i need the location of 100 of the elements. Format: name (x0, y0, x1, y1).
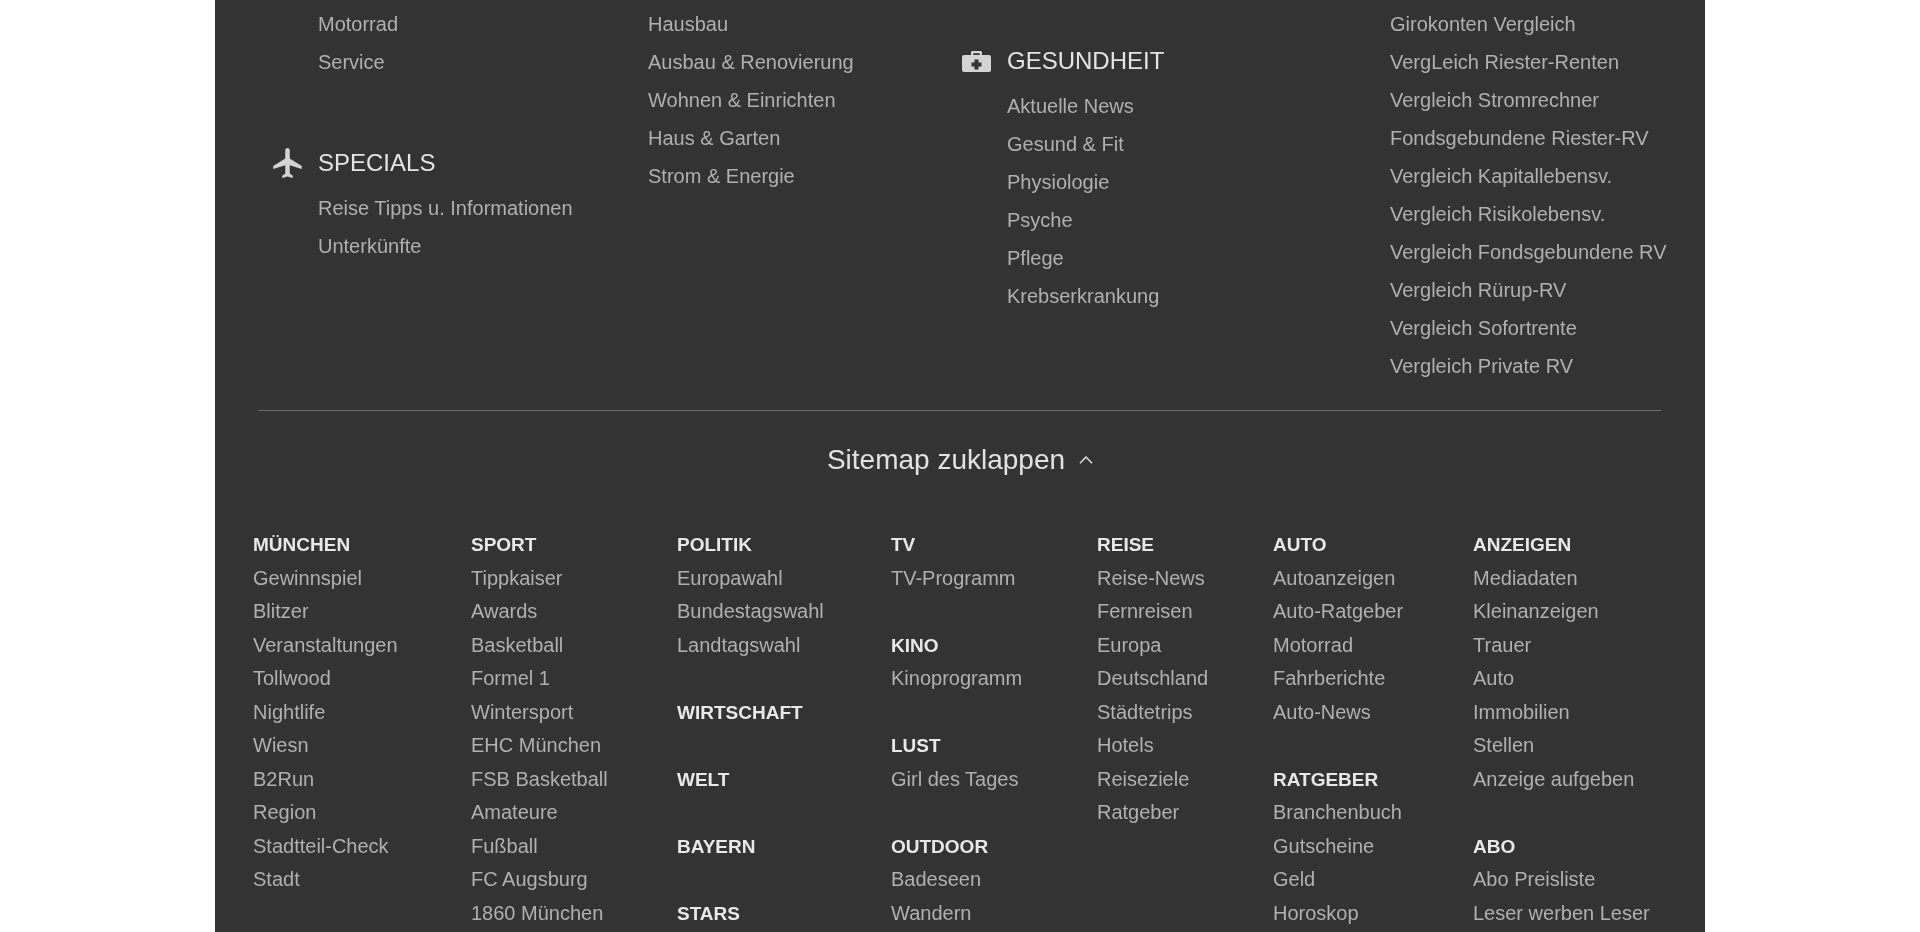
sitemap-link[interactable]: Blitzer (253, 595, 309, 629)
category-heading[interactable]: TV (891, 528, 916, 562)
sitemap-link[interactable]: Trauer (1473, 628, 1532, 662)
sitemap-link[interactable]: Reiseziele (1097, 762, 1190, 796)
sitemap-link[interactable]: Leser werben Leser (1473, 896, 1650, 930)
category-heading[interactable]: SPECIALS (318, 137, 436, 189)
sitemap-link[interactable]: Gewinnspiel (253, 561, 362, 595)
sitemap-link[interactable]: Vergleich Sofortrente (1390, 309, 1577, 347)
category-heading[interactable]: SPORT (471, 528, 537, 562)
sitemap-link[interactable]: Girokonten Vergleich (1390, 5, 1576, 43)
category-heading[interactable]: LUST (891, 729, 941, 763)
sitemap-link[interactable]: Tollwood (253, 662, 331, 696)
category-heading[interactable]: ABO (1473, 829, 1516, 863)
sitemap-link[interactable]: Girl des Tages (891, 762, 1019, 796)
sitemap-link[interactable]: Anzeige aufgeben (1473, 762, 1635, 796)
sitemap-link[interactable]: Aktuelle News (1007, 87, 1134, 125)
sitemap-link[interactable]: Vergleich Private RV (1390, 347, 1574, 385)
sitemap-link[interactable]: Gutscheine (1273, 829, 1375, 863)
category-heading[interactable]: KINO (891, 628, 939, 662)
sitemap-link[interactable]: Mediadaten (1473, 561, 1578, 595)
sitemap-link[interactable]: Vergleich Rürup-RV (1390, 271, 1567, 309)
sitemap-link[interactable]: B2Run (253, 762, 315, 796)
sitemap-link[interactable]: Wiesn (253, 729, 309, 763)
sitemap-link[interactable]: Tippkaiser (471, 561, 563, 595)
sitemap-link[interactable]: Autoanzeigen (1273, 561, 1396, 595)
category-heading[interactable]: POLITIK (677, 528, 752, 562)
sitemap-link[interactable]: Amateure (471, 796, 558, 830)
sitemap-link[interactable]: Formel 1 (471, 662, 550, 696)
sitemap-link[interactable]: Gesund & Fit (1007, 125, 1124, 163)
sitemap-link[interactable]: Bundestagswahl (677, 595, 824, 629)
sitemap-link[interactable]: Städtetrips (1097, 695, 1193, 729)
sitemap-toggle-button[interactable]: Sitemap zuklappen (826, 440, 1094, 480)
sitemap-link[interactable]: Ausbau & Renovierung (648, 43, 854, 81)
sitemap-link[interactable]: TV-Programm (891, 561, 1016, 595)
category-heading[interactable]: MÜNCHEN (253, 528, 351, 562)
sitemap-link[interactable]: Stadt (253, 863, 300, 897)
sitemap-link[interactable]: Landtagswahl (677, 628, 801, 662)
sitemap-link[interactable]: 1860 München (471, 896, 604, 930)
sitemap-link[interactable]: EHC München (471, 729, 602, 763)
sitemap-link[interactable]: Auto-Ratgeber (1273, 595, 1404, 629)
sitemap-link[interactable]: Vergleich Risikolebensv. (1390, 195, 1606, 233)
category-heading[interactable]: WIRTSCHAFT (677, 695, 803, 729)
category-heading[interactable]: WELT (677, 762, 730, 796)
sitemap-link[interactable]: Basketball (471, 628, 564, 662)
sitemap-link[interactable]: Haus & Garten (648, 119, 781, 157)
sitemap-link[interactable]: Europawahl (677, 561, 783, 595)
sitemap-link[interactable]: Stellen (1473, 729, 1535, 763)
sitemap-link[interactable]: Pflege (1007, 239, 1064, 277)
sitemap-link[interactable]: Fahrberichte (1273, 662, 1386, 696)
category-heading[interactable]: AUTO (1273, 528, 1327, 562)
sitemap-link[interactable]: Deutschland (1097, 662, 1209, 696)
sitemap-link[interactable]: Ratgeber (1097, 796, 1180, 830)
sitemap-link[interactable]: Vergleich Kapitallebensv. (1390, 157, 1612, 195)
sitemap-link[interactable]: Immobilien (1473, 695, 1570, 729)
sitemap-link[interactable]: Veranstaltungen (253, 628, 398, 662)
sitemap-link[interactable]: Vergleich Fondsgebundene RV (1390, 233, 1667, 271)
sitemap-link[interactable]: Fondsgebundene Riester-RV (1390, 119, 1649, 157)
sitemap-link[interactable]: FC Augsburg (471, 863, 588, 897)
sitemap-link[interactable]: Auto (1473, 662, 1515, 696)
sitemap-link[interactable]: Abo Preisliste (1473, 863, 1596, 897)
sitemap-link[interactable]: Krebserkrankung (1007, 277, 1160, 315)
sitemap-link[interactable]: Horoskop (1273, 896, 1359, 930)
sitemap-link[interactable]: Psyche (1007, 201, 1073, 239)
sitemap-link[interactable]: Nightlife (253, 695, 326, 729)
category-heading[interactable]: BAYERN (677, 829, 756, 863)
category-heading[interactable]: GESUNDHEIT (1007, 35, 1165, 87)
sitemap-link[interactable]: Auto-News (1273, 695, 1371, 729)
sitemap-link[interactable]: Vergleich Stromrechner (1390, 81, 1599, 119)
sitemap-link[interactable]: Geld (1273, 863, 1316, 897)
category-heading[interactable]: OUTDOOR (891, 829, 989, 863)
category-heading[interactable]: STARS (677, 896, 740, 930)
sitemap-link[interactable]: FSB Basketball (471, 762, 608, 796)
sitemap-link[interactable]: Motorrad (318, 5, 399, 43)
sitemap-link[interactable]: Wandern (891, 896, 972, 930)
sitemap-link[interactable]: Fußball (471, 829, 538, 863)
category-heading[interactable]: RATGEBER (1273, 762, 1379, 796)
sitemap-link[interactable]: Hausbau (648, 5, 729, 43)
category-heading[interactable]: REISE (1097, 528, 1155, 562)
sitemap-link[interactable]: Reise-News (1097, 561, 1205, 595)
sitemap-link[interactable]: Motorrad (1273, 628, 1354, 662)
sitemap-link[interactable]: Europa (1097, 628, 1162, 662)
sitemap-link[interactable]: Unterkünfte (318, 227, 422, 265)
sitemap-link[interactable]: Strom & Energie (648, 157, 795, 195)
sitemap-link[interactable]: Wohnen & Einrichten (648, 81, 836, 119)
category-heading[interactable]: ANZEIGEN (1473, 528, 1572, 562)
sitemap-link[interactable]: Physiologie (1007, 163, 1110, 201)
airplane-icon (273, 148, 302, 178)
sitemap-link[interactable]: Reise Tipps u. Informationen (318, 189, 573, 227)
sitemap-link[interactable]: Stadtteil-Check (253, 829, 389, 863)
sitemap-link[interactable]: Fernreisen (1097, 595, 1193, 629)
sitemap-link[interactable]: Region (253, 796, 317, 830)
sitemap-link[interactable]: Kleinanzeigen (1473, 595, 1599, 629)
sitemap-link[interactable]: VergLeich Riester-Renten (1390, 43, 1619, 81)
sitemap-link[interactable]: Wintersport (471, 695, 574, 729)
sitemap-link[interactable]: Hotels (1097, 729, 1154, 763)
sitemap-link[interactable]: Branchenbuch (1273, 796, 1402, 830)
sitemap-link[interactable]: Service (318, 43, 385, 81)
sitemap-link[interactable]: Awards (471, 595, 538, 629)
sitemap-link[interactable]: Badeseen (891, 863, 982, 897)
sitemap-link[interactable]: Kinoprogramm (891, 662, 1023, 696)
